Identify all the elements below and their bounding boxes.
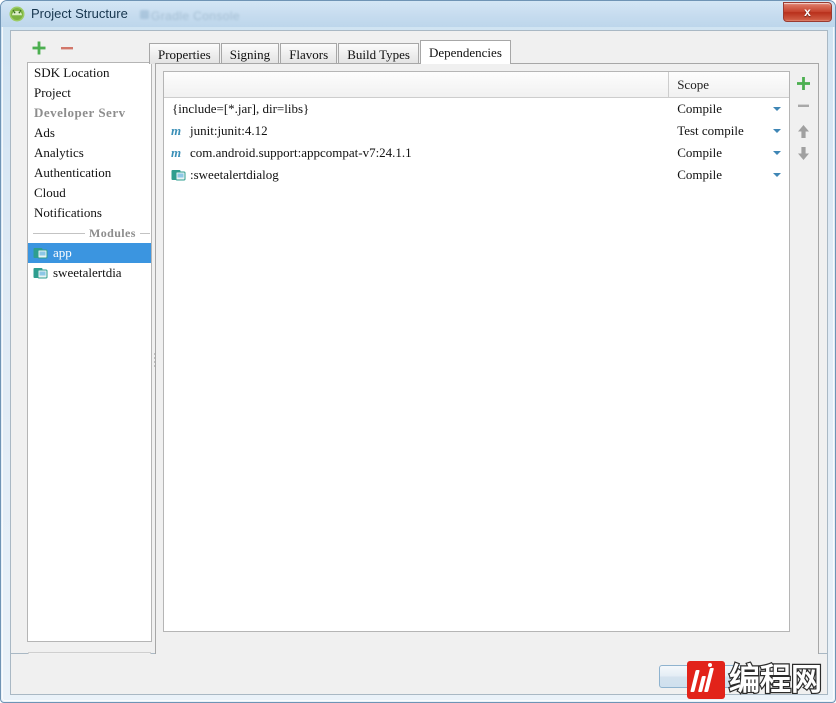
module-icon bbox=[33, 268, 48, 279]
android-studio-icon bbox=[9, 6, 25, 22]
dialog-body: SDK Location Project Developer Serv Ads … bbox=[10, 30, 828, 666]
dep-down-button[interactable] bbox=[793, 143, 814, 164]
scope-value: Test compile bbox=[677, 123, 744, 138]
module-icon bbox=[33, 248, 48, 259]
column-header-scope[interactable]: Scope bbox=[669, 72, 789, 97]
window-frame: Gradle Console Project Structure x SDK L… bbox=[0, 0, 836, 703]
sidebar-item-module-sweetalertdialog[interactable]: sweetalertdia bbox=[28, 263, 151, 283]
sidebar-item-label: sweetalertdia bbox=[53, 265, 122, 280]
sidebar-item-label: Analytics bbox=[34, 145, 84, 160]
chevron-down-icon[interactable] bbox=[773, 107, 781, 111]
sidebar-item-label: Cloud bbox=[34, 185, 66, 200]
dependency-label: junit:junit:4.12 bbox=[190, 123, 268, 138]
table-row[interactable]: {include=[*.jar], dir=libs} Compile bbox=[164, 98, 789, 120]
dependencies-panel: Scope {include=[*.jar], dir=libs} Compil… bbox=[155, 63, 819, 663]
modules-separator: Modules bbox=[28, 223, 151, 243]
window-title: Project Structure bbox=[31, 6, 128, 21]
cell-dependency: m com.android.support:appcompat-v7:24.1.… bbox=[164, 142, 669, 164]
cell-dependency: {include=[*.jar], dir=libs} bbox=[172, 101, 310, 116]
tab-label: Signing bbox=[229, 47, 271, 62]
tab-properties[interactable]: Properties bbox=[149, 43, 220, 64]
sidebar-item-label: SDK Location bbox=[34, 65, 110, 80]
arrow-down-icon bbox=[798, 147, 809, 160]
sidebar-item-label: app bbox=[53, 245, 72, 260]
table-row[interactable]: :sweetalertdialog Compile bbox=[164, 164, 789, 186]
sidebar-item-sdk-location[interactable]: SDK Location bbox=[28, 63, 151, 83]
cell-scope[interactable]: Compile bbox=[669, 164, 789, 186]
scope-value: Compile bbox=[677, 101, 722, 116]
settings-sidebar[interactable]: SDK Location Project Developer Serv Ads … bbox=[27, 62, 152, 642]
cell-dependency: :sweetalertdialog bbox=[164, 164, 669, 186]
sidebar-item-ads[interactable]: Ads bbox=[28, 123, 151, 143]
sidebar-item-project[interactable]: Project bbox=[28, 83, 151, 103]
tab-label: Dependencies bbox=[428, 45, 502, 60]
tab-flavors[interactable]: Flavors bbox=[280, 43, 338, 64]
sidebar-item-label: Project bbox=[34, 85, 71, 100]
sidebar-group-label: Developer Serv bbox=[34, 105, 126, 120]
arrow-up-icon bbox=[798, 125, 809, 138]
tab-signing[interactable]: Signing bbox=[220, 43, 280, 64]
dialog-button-bar: OK bbox=[10, 654, 828, 695]
dependencies-table[interactable]: Scope {include=[*.jar], dir=libs} Compil… bbox=[163, 71, 790, 632]
table-row[interactable]: m junit:junit:4.12 Test compile bbox=[164, 120, 789, 142]
cell-scope[interactable]: Test compile bbox=[669, 120, 789, 142]
separator-rule-left bbox=[33, 232, 85, 234]
sidebar-item-label: Notifications bbox=[34, 205, 102, 220]
maven-icon: m bbox=[171, 123, 182, 138]
dependency-toolbar bbox=[793, 71, 814, 191]
cell-scope[interactable]: Compile bbox=[669, 142, 789, 164]
module-icon bbox=[171, 170, 186, 181]
tab-dependencies[interactable]: Dependencies bbox=[419, 40, 511, 64]
tab-label: Properties bbox=[158, 47, 211, 62]
tab-label: Build Types bbox=[347, 47, 410, 62]
modules-separator-label: Modules bbox=[89, 225, 136, 240]
ok-button[interactable]: OK bbox=[659, 665, 743, 688]
dep-remove-button[interactable] bbox=[793, 95, 814, 116]
module-toolbar bbox=[16, 35, 144, 61]
tab-label: Flavors bbox=[289, 47, 329, 62]
scope-value: Compile bbox=[677, 145, 722, 160]
tab-strip: Properties Signing Flavors Build Types D… bbox=[149, 40, 512, 64]
cell-scope[interactable]: Compile bbox=[669, 98, 789, 120]
column-header-dependency[interactable] bbox=[164, 72, 670, 97]
minus-icon bbox=[61, 47, 73, 50]
close-button[interactable]: x bbox=[783, 2, 832, 22]
chevron-down-icon[interactable] bbox=[773, 129, 781, 133]
minus-icon bbox=[798, 104, 809, 107]
sidebar-item-notifications[interactable]: Notifications bbox=[28, 203, 151, 223]
add-module-button[interactable] bbox=[29, 38, 49, 58]
sidebar-item-label: Authentication bbox=[34, 165, 112, 180]
sidebar-item-module-app[interactable]: app bbox=[28, 243, 151, 263]
close-icon: x bbox=[804, 5, 811, 19]
table-header-row: Scope bbox=[164, 72, 789, 98]
sidebar-item-cloud[interactable]: Cloud bbox=[28, 183, 151, 203]
tab-build-types[interactable]: Build Types bbox=[338, 43, 419, 64]
title-bar[interactable]: Gradle Console Project Structure x bbox=[1, 1, 835, 27]
cell-dependency: m junit:junit:4.12 bbox=[164, 120, 669, 142]
maven-icon: m bbox=[171, 145, 182, 160]
sidebar-group-developer-services: Developer Serv bbox=[28, 103, 151, 123]
dependency-label: com.android.support:appcompat-v7:24.1.1 bbox=[190, 145, 412, 160]
plus-icon bbox=[32, 41, 46, 55]
table-row[interactable]: m com.android.support:appcompat-v7:24.1.… bbox=[164, 142, 789, 164]
dep-up-button[interactable] bbox=[793, 121, 814, 142]
dep-add-button[interactable] bbox=[793, 73, 814, 94]
background-window-title: Gradle Console bbox=[151, 9, 240, 23]
background-window-icon bbox=[140, 10, 149, 19]
separator-rule-right bbox=[139, 232, 150, 234]
dependency-label: :sweetalertdialog bbox=[190, 167, 279, 182]
sidebar-item-authentication[interactable]: Authentication bbox=[28, 163, 151, 183]
scope-value: Compile bbox=[677, 167, 722, 182]
sidebar-item-analytics[interactable]: Analytics bbox=[28, 143, 151, 163]
plus-icon bbox=[797, 77, 810, 90]
remove-module-button[interactable] bbox=[57, 38, 77, 58]
chevron-down-icon[interactable] bbox=[773, 151, 781, 155]
chevron-down-icon[interactable] bbox=[773, 173, 781, 177]
sidebar-item-label: Ads bbox=[34, 125, 55, 140]
